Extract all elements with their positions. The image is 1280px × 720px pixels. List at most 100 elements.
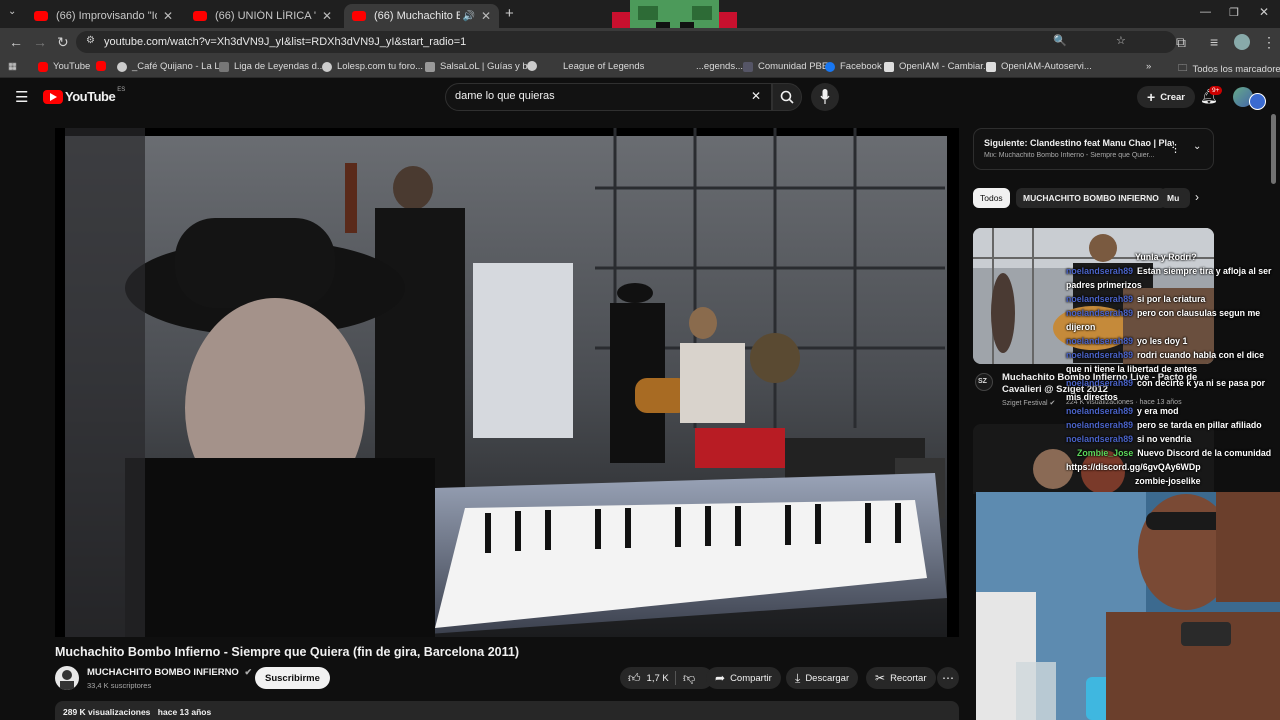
site-info-icon[interactable]: ⚙	[86, 35, 95, 46]
address-bar[interactable]: ⚙ youtube.com/watch?v=Xh3dVN9J_yI&list=R…	[76, 31, 1176, 53]
verified-badge-icon: ✔	[244, 667, 253, 677]
new-tab-icon[interactable]: +	[505, 5, 514, 22]
next-video-label: Siguiente: Clandestino feat Manu Chao | …	[984, 138, 1174, 148]
bookmark-lolesp[interactable]: Lolesp.com tu foro...	[322, 61, 423, 72]
audio-playing-icon[interactable]: 🔊	[462, 11, 474, 22]
restore-window-icon[interactable]: ❐	[1229, 6, 1239, 19]
browser-tab-1[interactable]: (66) Improvisando "Idilio" en La ✕	[26, 4, 181, 28]
mix-more-icon[interactable]: ⋮	[1170, 142, 1181, 155]
bookmark-youtube[interactable]: YouTube	[38, 61, 90, 72]
bookmark-salsalol[interactable]: SalsaLoL | Guías y b...	[425, 61, 536, 72]
description-box[interactable]: 289 K visualizaciones hace 13 años	[55, 701, 959, 720]
chat-username: noelandserah89	[1066, 350, 1133, 360]
bookmark-cafe-quijano-label[interactable]: _Café Quijano - La L...	[117, 61, 228, 72]
create-button[interactable]: + Crear	[1137, 86, 1196, 108]
download-button[interactable]: ⤓ Descargar	[786, 667, 859, 689]
chat-message: noelandserah89 si no vendria	[1066, 433, 1191, 447]
browser-tab-2[interactable]: (66) UNIÓN LÍRICA " Sin parar" ✕	[185, 4, 340, 28]
close-tab-icon[interactable]: ✕	[322, 9, 332, 23]
microphone-icon	[820, 89, 830, 104]
bookmark-lol-1[interactable]	[527, 61, 542, 71]
chip-todos[interactable]: Todos	[973, 188, 1010, 208]
bookmark-cafe-quijano[interactable]	[96, 61, 111, 71]
globe-icon	[527, 61, 537, 71]
bookmark-star-icon[interactable]: ☆	[1116, 34, 1126, 47]
youtube-icon	[38, 61, 48, 72]
channel-name-text: MUCHACHITO BOMBO INFIERNO	[87, 667, 239, 678]
subscribe-button[interactable]: Suscribirme	[255, 667, 330, 689]
hamburger-menu-icon[interactable]: ☰	[15, 88, 28, 106]
profile-avatar[interactable]	[1234, 34, 1250, 50]
search-query: dame lo que quieras	[455, 90, 555, 102]
next-in-mix-card[interactable]: Siguiente: Clandestino feat Manu Chao | …	[973, 128, 1214, 170]
minimize-window-icon[interactable]: —	[1200, 6, 1211, 18]
youtube-play-logo-icon	[43, 89, 63, 104]
reload-icon[interactable]: ↻	[57, 34, 69, 51]
download-label: Descargar	[805, 672, 850, 684]
recommended-channel-avatar[interactable]: SZ	[975, 373, 993, 391]
tab-title: (66) Muchachito Bombo Inf	[374, 10, 461, 22]
chat-message: Zombie_Jose Nuevo Discord de la comunidad…	[1066, 447, 1280, 474]
close-tab-icon[interactable]: ✕	[163, 9, 173, 23]
bookmark-label: Comunidad PBE	[758, 61, 829, 72]
globe-icon	[117, 61, 127, 72]
chat-username: noelandserah89	[1066, 406, 1133, 416]
bookmark-label: Todos los marcadores	[1192, 63, 1280, 75]
bookmark-comunidad-pbe[interactable]: Comunidad PBE	[743, 61, 828, 72]
close-tab-icon[interactable]: ✕	[481, 9, 491, 23]
chat-username: noelandserah89	[1066, 378, 1133, 388]
dislike-icon[interactable]: 👎︎	[683, 671, 695, 686]
bookmark-label: ...egends...	[696, 61, 744, 72]
download-icon: ⤓	[795, 670, 801, 685]
webcam-overlay	[976, 492, 1280, 720]
chat-message: zombie-joselike	[1066, 475, 1201, 489]
channel-avatar[interactable]	[55, 666, 79, 690]
all-bookmarks-folder[interactable]: 🗀 Todos los marcadores	[1178, 61, 1280, 77]
zoom-icon[interactable]: 🔍	[1053, 34, 1067, 47]
channel-name[interactable]: MUCHACHITO BOMBO INFIERNO ✔	[87, 667, 252, 678]
forward-icon[interactable]: →	[33, 34, 47, 50]
browser-menu-icon[interactable]: ⋮	[1262, 34, 1276, 51]
share-button[interactable]: ➦ Compartir	[706, 667, 781, 689]
bookmark-legends-2[interactable]: ...egends...	[696, 61, 743, 72]
chat-text: y era mod	[1136, 406, 1179, 416]
reading-list-icon[interactable]: ≡	[1210, 34, 1218, 50]
chat-message: noelandserah89 Estan siempre tira y afloj…	[1066, 265, 1276, 292]
chat-text: si no vendria	[1136, 434, 1192, 444]
back-icon[interactable]: ←	[9, 34, 23, 50]
close-window-icon[interactable]: ✕	[1259, 5, 1269, 19]
like-icon[interactable]: 👍︎	[628, 671, 641, 686]
more-bookmarks-icon[interactable]: »	[1146, 61, 1151, 72]
chat-message: noelandserah89 pero se tarda en pillar af…	[1066, 419, 1262, 433]
bookmark-liga-leyendas[interactable]: Liga de Leyendas d...	[219, 61, 325, 72]
chat-text: zombie-joselike	[1135, 476, 1201, 486]
bookmark-league-of-legends[interactable]: League of Legends	[563, 61, 644, 72]
clip-button[interactable]: ✂ Recortar	[866, 667, 936, 689]
bookmark-label: _Café Quijano - La L...	[132, 61, 228, 72]
tab-title: (66) Improvisando "Idilio" en La	[56, 10, 157, 22]
voice-search-button[interactable]	[811, 83, 839, 111]
page-scrollbar-thumb[interactable]	[1271, 114, 1276, 184]
chat-username: noelandserah89	[1066, 420, 1133, 430]
bookmark-openiam-cambiar[interactable]: OpenIAM - Cambiar...	[884, 61, 991, 72]
bookmark-openiam-autoservicio[interactable]: OpenIAM-Autoservi...	[986, 61, 1092, 72]
expand-mix-chevron-down-icon[interactable]: ⌄	[1193, 141, 1201, 152]
search-button[interactable]	[772, 83, 802, 111]
more-actions-icon[interactable]: ⋯	[937, 667, 959, 689]
apps-grid-icon[interactable]: ▦	[8, 61, 17, 72]
search-input[interactable]: dame lo que quieras ✕	[445, 83, 772, 111]
tab-search-icon[interactable]: ⌄	[8, 6, 16, 17]
youtube-header: ☰ YouTube ES dame lo que quieras ✕ + Cre…	[0, 80, 1280, 114]
extensions-icon[interactable]: ⧉	[1176, 34, 1186, 51]
youtube-logo[interactable]: YouTube ES	[43, 87, 125, 104]
bookmark-label: YouTube	[53, 61, 91, 72]
chip-mu[interactable]: Mu	[1160, 188, 1190, 208]
like-count[interactable]: 1,7 K	[647, 673, 669, 684]
chips-next-chevron-right-icon[interactable]: ›	[1195, 190, 1199, 204]
clear-search-icon[interactable]: ✕	[751, 89, 761, 103]
video-player[interactable]	[55, 128, 959, 637]
browser-tab-3-active[interactable]: (66) Muchachito Bombo Inf 🔊 ✕	[344, 4, 499, 28]
browser-tab-strip: ⌄ (66) Improvisando "Idilio" en La ✕ (66…	[0, 0, 1280, 70]
bookmark-facebook[interactable]: Facebook	[825, 61, 882, 72]
chip-muchachito-bombo-infierno[interactable]: MUCHACHITO BOMBO INFIERNO	[1016, 188, 1166, 208]
